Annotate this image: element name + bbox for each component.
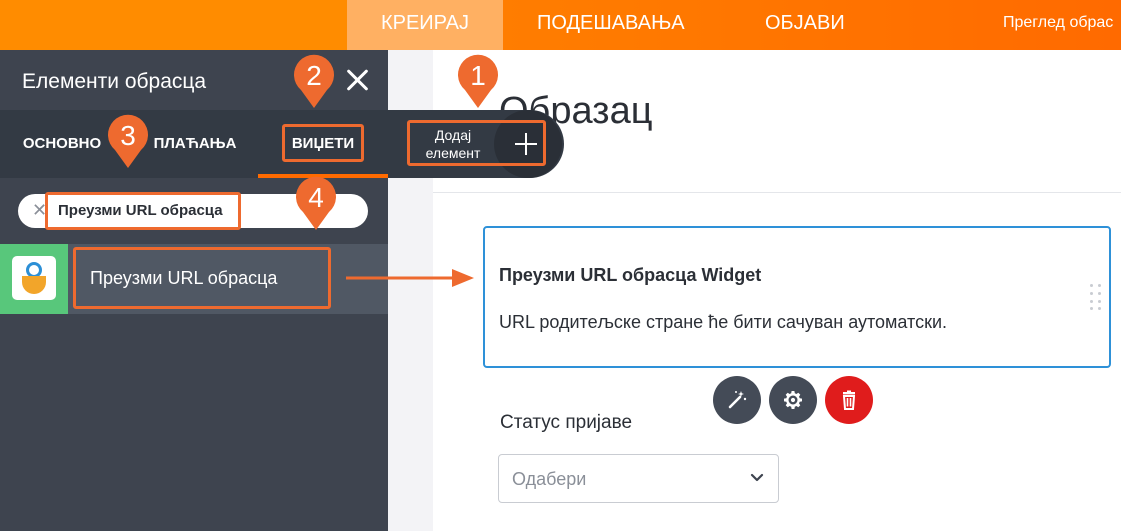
selected-widget-card[interactable]: Преузми URL обрасца Widget URL родитељск… — [483, 226, 1111, 368]
step-number: 4 — [308, 182, 324, 213]
annotation-arrow-icon — [346, 269, 474, 287]
tab-publish[interactable]: ОБЈАВИ — [765, 0, 845, 50]
panel-title: Елементи обрасца — [22, 70, 207, 93]
step-number: 2 — [306, 60, 322, 91]
step-marker-2: 2 — [292, 54, 336, 110]
highlight-search — [45, 192, 241, 230]
tab-payments[interactable]: ПЛАЋАЊА — [140, 110, 250, 178]
preview-form-link[interactable]: Преглед обрас — [1003, 0, 1113, 46]
widget-delete-button[interactable] — [825, 376, 873, 424]
get-form-url-widget-icon — [0, 244, 68, 314]
step-number: 3 — [120, 120, 136, 151]
chevron-down-icon — [750, 473, 764, 482]
highlight-add-element — [407, 120, 546, 166]
globe-icon — [22, 276, 46, 294]
tab-build[interactable]: КРЕИРАЈ — [347, 0, 503, 50]
step-marker-4: 4 — [294, 176, 338, 232]
top-bar-left-strip — [0, 0, 347, 50]
trash-icon — [842, 390, 856, 410]
submission-status-select[interactable]: Одабери — [498, 454, 779, 503]
step-marker-1: 1 — [456, 54, 500, 110]
tab-settings[interactable]: ПОДЕШАВАЊА — [537, 0, 685, 50]
close-icon[interactable] — [342, 64, 374, 96]
form-divider — [433, 192, 1121, 193]
tab-basic[interactable]: ОСНОВНО — [12, 110, 112, 178]
widget-wizard-button[interactable] — [713, 376, 761, 424]
wand-icon — [728, 391, 747, 409]
gear-icon — [784, 391, 802, 409]
step-number: 1 — [470, 60, 486, 91]
widget-settings-button[interactable] — [769, 376, 817, 424]
widget-icon-tile — [12, 256, 56, 300]
select-value: Одабери — [512, 469, 587, 489]
widget-title: Преузми URL обрасца Widget — [499, 265, 762, 285]
step-marker-3: 3 — [106, 114, 150, 170]
top-navigation-bar: КРЕИРАЈ ПОДЕШАВАЊА ОБЈАВИ Преглед обрас — [0, 0, 1121, 50]
highlight-result — [73, 247, 331, 309]
drag-handle-icon[interactable] — [1089, 284, 1103, 310]
submission-status-label: Статус пријаве — [500, 412, 633, 433]
highlight-widgets-tab — [282, 124, 364, 162]
widget-description: URL родитељске стране ће бити сачуван ау… — [499, 312, 948, 332]
